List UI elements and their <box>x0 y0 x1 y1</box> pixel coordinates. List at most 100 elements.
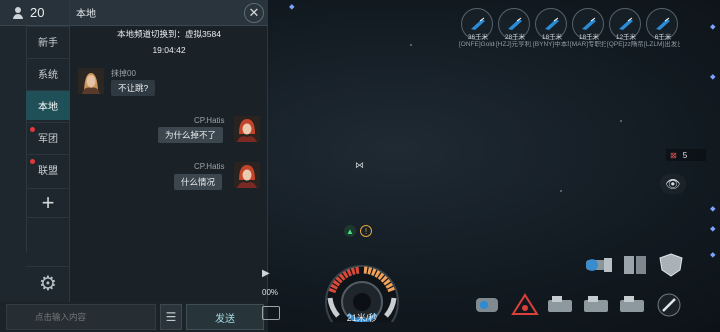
ship-icon <box>545 17 559 30</box>
speed-readout: 21米/秒 <box>346 313 378 323</box>
marker-arrow-icon: ⬥ <box>289 2 295 11</box>
target-distance: 6千米 <box>654 34 672 41</box>
missile-launcher-icon <box>476 298 498 312</box>
module-shield[interactable] <box>656 252 686 278</box>
target-bracket[interactable]: 28千米 <box>498 8 530 41</box>
message-bubble: 什么情况 <box>174 174 223 190</box>
module-turret-3[interactable] <box>618 292 648 318</box>
unread-dot-icon <box>30 159 35 164</box>
target-distance: 36千米 <box>467 34 489 41</box>
channel-title: 本地 <box>76 9 96 20</box>
ship-icon <box>656 17 670 30</box>
target-name: [LZLM]出发出发 <box>644 41 680 48</box>
plus-icon: + <box>41 190 55 215</box>
target-distance: 28千米 <box>504 34 526 41</box>
visibility-toggle[interactable]: 👁 <box>660 174 686 194</box>
avatar[interactable] <box>234 162 260 188</box>
tab-label: 军团 <box>38 134 58 145</box>
target-painter-icon <box>511 293 539 315</box>
quick-phrase-button[interactable]: ☰ <box>160 304 182 330</box>
target-distance: 18千米 <box>578 34 600 41</box>
close-button[interactable]: ✕ <box>244 3 264 23</box>
turret-icon <box>584 296 608 312</box>
tab-corp[interactable]: 军团 <box>26 122 70 152</box>
avatar[interactable] <box>78 68 104 94</box>
chat-header: 本地 ✕ <box>70 0 268 26</box>
star-marker-icon <box>560 190 562 192</box>
thruster-icon <box>586 258 612 272</box>
target-name: [BYNY]中本聪标 <box>533 41 569 48</box>
person-icon <box>12 6 24 19</box>
sword-icon <box>657 293 681 317</box>
arrow-up-icon: ▲ <box>344 225 356 237</box>
module-missile[interactable] <box>474 292 504 318</box>
module-turret-2[interactable] <box>582 292 612 318</box>
target-name: [ONFE]Goldenwell 促进机 <box>459 41 495 48</box>
tab-local[interactable]: 本地 <box>26 90 70 120</box>
avatar[interactable] <box>234 116 260 142</box>
marker-arrow-icon: ⬥ <box>710 72 716 81</box>
target-bracket[interactable]: 18千米 <box>572 8 604 41</box>
settings-button[interactable]: ⚙ <box>26 266 70 300</box>
chat-panel: 20 新手 系统 本地 军团 联盟 + ⚙ 本地 ✕ 本地频道切换到：虚拟358… <box>0 0 268 332</box>
target-name: [MAR]专职扫描 <box>570 41 606 48</box>
eye-icon: 👁 <box>665 177 681 191</box>
target-name: [QPE]zz隋帝 [2 <box>607 41 643 48</box>
add-channel-button[interactable]: + <box>26 188 70 218</box>
marker-arrow-icon: ⬥ <box>710 250 716 259</box>
own-ship-icon: ⋈ <box>355 160 364 170</box>
ship-icon <box>582 17 596 30</box>
tab-alliance[interactable]: 联盟 <box>26 154 70 184</box>
chat-input-row: ☰ 发送 <box>0 302 268 332</box>
camera-rotate-button[interactable]: ▶ <box>262 268 284 286</box>
target-bracket[interactable]: 18千米 <box>535 8 567 41</box>
drone-bay-icon <box>624 256 646 274</box>
online-count: 20 <box>0 0 69 26</box>
target-name: [HZJ]元亨利贞 <box>496 41 532 48</box>
marker-arrow-icon: ⬥ <box>710 204 716 213</box>
star-marker-icon <box>620 120 622 122</box>
hostile-count[interactable]: ⊠ 5 <box>666 149 706 161</box>
tab-label: 本地 <box>38 102 58 113</box>
ship-icon <box>619 17 633 30</box>
star-marker-icon <box>410 44 412 46</box>
sender-name: 抹掉00 <box>111 69 136 78</box>
screenshot-button[interactable] <box>262 306 280 320</box>
module-target-painter[interactable] <box>510 292 540 318</box>
tab-newbie[interactable]: 新手 <box>26 26 70 56</box>
turret-icon <box>548 296 572 312</box>
send-label: 发送 <box>215 313 235 325</box>
hostile-count-value: 5 <box>682 150 688 160</box>
shield-icon <box>659 253 683 277</box>
send-button[interactable]: 发送 <box>186 304 264 330</box>
target-bracket[interactable]: 36千米 <box>461 8 493 41</box>
cross-icon: ⊠ <box>670 150 677 160</box>
module-turret-1[interactable] <box>546 292 576 318</box>
tab-label: 新手 <box>38 38 58 49</box>
ship-icon <box>471 17 485 30</box>
marker-arrow-icon: ⬥ <box>710 224 716 233</box>
avatar-portrait-icon <box>78 68 104 94</box>
chat-input[interactable] <box>6 304 156 330</box>
target-bracket[interactable]: 12千米 <box>609 8 641 41</box>
avatar-portrait-icon <box>234 116 260 142</box>
sender-name: CP.Hatis <box>194 116 225 125</box>
gear-icon: ⚙ <box>39 273 57 295</box>
timestamp: 19:04:42 <box>152 45 186 55</box>
marker-arrow-icon: ⬥ <box>710 22 716 31</box>
message-bubble: 不让跳? <box>111 80 156 96</box>
turret-icon <box>620 296 644 312</box>
module-weapon-toggle[interactable] <box>654 292 684 318</box>
tab-system[interactable]: 系统 <box>26 58 70 88</box>
zoom-percent: 00% <box>262 288 279 297</box>
target-bracket[interactable]: 6千米 <box>646 8 678 41</box>
ship-icon <box>508 17 522 30</box>
target-distance: 18千米 <box>541 34 563 41</box>
sender-name: CP.Hatis <box>194 162 225 171</box>
module-drone[interactable] <box>620 252 650 278</box>
play-icon: ▶ <box>262 268 270 279</box>
avatar-portrait-icon <box>234 162 260 188</box>
system-message: 本地频道切换到：虚拟3584 <box>117 29 221 39</box>
message-bubble: 为什么掉不了 <box>158 127 224 143</box>
module-afterburner[interactable] <box>584 252 614 278</box>
